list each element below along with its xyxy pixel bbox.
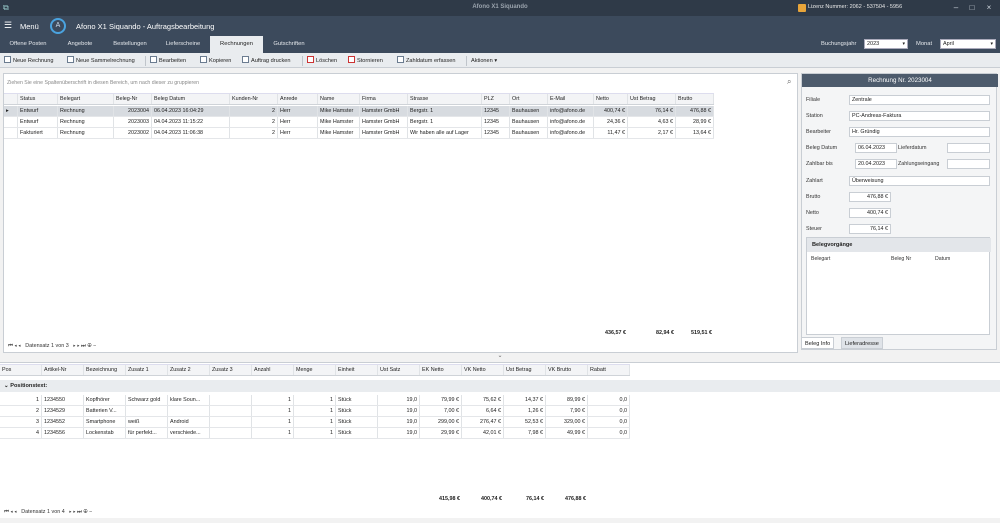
documents-icon bbox=[67, 56, 74, 63]
close-icon[interactable]: × bbox=[983, 2, 995, 14]
calendar-icon bbox=[397, 56, 404, 63]
table-row[interactable]: Fakturiert Rechnung 2023002 04.04.2023 1… bbox=[4, 128, 714, 139]
panel-splitter[interactable]: ⌄ bbox=[0, 350, 1000, 362]
copy-icon bbox=[200, 56, 207, 63]
menu-button[interactable]: Menü bbox=[20, 22, 39, 31]
col-firma[interactable]: Firma bbox=[360, 94, 408, 104]
col-beleg-datum[interactable]: Beleg Datum bbox=[152, 94, 230, 104]
col-email[interactable]: E-Mail bbox=[548, 94, 594, 104]
record-navigator[interactable]: ⏮ ◂ ◂ Datensatz 1 von 3 ▸ ▸ ⏭ ⊕ − bbox=[8, 343, 96, 350]
document-icon bbox=[4, 56, 11, 63]
bv-col-datum[interactable]: Datum bbox=[935, 256, 950, 262]
totals-row: 415,98 € 400,74 € 76,14 € 476,88 € bbox=[439, 496, 586, 502]
tab-angebote[interactable]: Angebote bbox=[56, 36, 104, 53]
app-header: ☰ Menü A Afono X1 Siquando - Auftragsbea… bbox=[0, 16, 1000, 36]
cross-icon bbox=[348, 56, 355, 63]
bearbeiter-field[interactable]: Hr. Gründig bbox=[849, 127, 990, 137]
col-netto[interactable]: Netto bbox=[594, 94, 628, 104]
toolbar: Neue Rechnung Neue Sammelrechnung Bearbe… bbox=[0, 53, 1000, 68]
license-number: Lizenz Nummer: 2062 - 537504 - 5956 bbox=[808, 4, 903, 10]
details-tabs: Beleg Info Lieferadresse bbox=[801, 337, 997, 349]
chevron-down-icon: ▾ bbox=[990, 41, 993, 47]
col-status[interactable]: Status bbox=[18, 94, 58, 104]
tab-lieferadresse[interactable]: Lieferadresse bbox=[841, 337, 883, 349]
group-row[interactable]: ⌄ Positionstext: bbox=[0, 380, 1000, 392]
search-icon[interactable]: ⌕ bbox=[787, 77, 791, 87]
table-row[interactable]: Entwurf Rechnung 2023003 04.04.2023 11:1… bbox=[4, 117, 714, 128]
tab-bestellungen[interactable]: Bestellungen bbox=[104, 36, 156, 53]
grid-header: Status Belegart Beleg-Nr Beleg Datum Kun… bbox=[4, 93, 714, 105]
tab-offene-posten[interactable]: Offene Posten bbox=[0, 36, 56, 53]
delete-button[interactable]: Löschen bbox=[307, 56, 337, 66]
new-collective-invoice-button[interactable]: Neue Sammelrechnung bbox=[67, 56, 135, 66]
belegvorgaenge-title: Belegvorgänge bbox=[807, 238, 991, 252]
copy-button[interactable]: Kopieren bbox=[200, 56, 231, 66]
col-ort[interactable]: Ort bbox=[510, 94, 548, 104]
print-order-button[interactable]: Auftrag drucken bbox=[242, 56, 291, 66]
positions-grid: Pos Artikel-Nr Bezeichnung Zusatz 1 Zusa… bbox=[0, 362, 1000, 518]
afono-logo: A bbox=[50, 18, 66, 34]
zahlungseingang-field[interactable] bbox=[947, 159, 990, 169]
col-name[interactable]: Name bbox=[318, 94, 360, 104]
new-invoice-button[interactable]: Neue Rechnung bbox=[4, 56, 53, 66]
tab-rechnungen[interactable]: Rechnungen bbox=[210, 36, 263, 53]
tab-beleg-info[interactable]: Beleg Info bbox=[801, 337, 835, 349]
zahlbar-bis-field[interactable]: 20.04.2023 bbox=[855, 159, 897, 169]
actions-menu[interactable]: Aktionen ▾ bbox=[471, 56, 497, 66]
printer-icon bbox=[242, 56, 249, 63]
brutto-field: 476,88 € bbox=[849, 192, 891, 202]
group-panel-hint: Ziehen Sie eine Spaltenüberschrift in di… bbox=[7, 80, 200, 86]
details-title: Rechnung Nr. 2023004 bbox=[802, 74, 998, 87]
steuer-field: 76,14 € bbox=[849, 224, 891, 234]
chevron-down-icon: ▾ bbox=[902, 41, 905, 47]
delete-icon bbox=[307, 56, 314, 63]
year-select[interactable]: 2023 ▾ bbox=[864, 39, 908, 49]
zahlart-field[interactable]: Überweisung bbox=[849, 176, 990, 186]
bv-col-belegart[interactable]: Belegart bbox=[811, 256, 830, 262]
cancel-invoice-button[interactable]: Stornieren bbox=[348, 56, 383, 66]
filiale-field[interactable]: Zentrale bbox=[849, 95, 990, 105]
table-row[interactable]: 4 1234556 Lockenstab für perfekt... vers… bbox=[0, 428, 630, 439]
netto-field: 400,74 € bbox=[849, 208, 891, 218]
table-row[interactable]: 2 1234529 Batterien V... 1 1 Stück 19,0 … bbox=[0, 406, 630, 417]
table-row[interactable]: 3 1234552 Smartphone weiß Android 1 1 St… bbox=[0, 417, 630, 428]
col-anrede[interactable]: Anrede bbox=[278, 94, 318, 104]
edit-button[interactable]: Bearbeiten bbox=[150, 56, 186, 66]
station-field[interactable]: PC-Andreas-Faktura bbox=[849, 111, 990, 121]
col-plz[interactable]: PLZ bbox=[482, 94, 510, 104]
belegvorgaenge-box: Belegvorgänge Belegart Beleg Nr Datum bbox=[806, 237, 991, 335]
col-strasse[interactable]: Strasse bbox=[408, 94, 482, 104]
beleg-datum-field[interactable]: 06.04.2023 bbox=[855, 143, 897, 153]
invoice-grid: Ziehen Sie eine Spaltenüberschrift in di… bbox=[3, 73, 798, 353]
chevron-down-icon: ⌄ bbox=[497, 353, 503, 359]
month-label: Monat bbox=[916, 41, 933, 47]
month-select[interactable]: April ▾ bbox=[940, 39, 996, 49]
module-tabs: Offene Posten Angebote Bestellungen Lief… bbox=[0, 36, 1000, 53]
grid-header: Pos Artikel-Nr Bezeichnung Zusatz 1 Zusa… bbox=[0, 364, 630, 376]
app-title: Afono X1 Siquando - Auftragsbearbeitung bbox=[76, 22, 215, 31]
col-brutto[interactable]: Brutto bbox=[676, 94, 714, 104]
year-label: Buchungsjahr bbox=[821, 41, 857, 47]
totals-row: 436,57 € 82,94 € 519,51 € bbox=[605, 330, 712, 336]
col-beleg-nr[interactable]: Beleg-Nr bbox=[114, 94, 152, 104]
record-navigator[interactable]: ⏮ ◂ ◂ Datensatz 1 von 4 ▸ ▸ ⏭ ⊕ − bbox=[4, 509, 92, 516]
pencil-icon bbox=[150, 56, 157, 63]
record-payment-date-button[interactable]: Zahldatum erfassen bbox=[397, 56, 455, 66]
col-kunden-nr[interactable]: Kunden-Nr bbox=[230, 94, 278, 104]
minimize-icon[interactable]: – bbox=[950, 2, 962, 14]
window-titlebar: ⧉ Afono X1 Siquando Lizenz Nummer: 2062 … bbox=[0, 0, 1000, 16]
lieferdatum-field[interactable] bbox=[947, 143, 990, 153]
bv-col-beleg-nr[interactable]: Beleg Nr bbox=[891, 256, 911, 262]
table-row[interactable]: 1 1234550 Kopfhörer Schwarz gold klare S… bbox=[0, 395, 630, 406]
tab-gutschriften[interactable]: Gutschriften bbox=[263, 36, 315, 53]
col-ust-betrag[interactable]: Ust Betrag bbox=[628, 94, 676, 104]
col-belegart[interactable]: Belegart bbox=[58, 94, 114, 104]
key-icon bbox=[798, 4, 806, 12]
hamburger-icon[interactable]: ☰ bbox=[4, 21, 12, 30]
maximize-icon[interactable]: □ bbox=[966, 2, 978, 14]
tab-lieferscheine[interactable]: Lieferscheine bbox=[156, 36, 210, 53]
table-row[interactable]: ▸ Entwurf Rechnung 2023004 06.04.2023 16… bbox=[4, 106, 714, 117]
